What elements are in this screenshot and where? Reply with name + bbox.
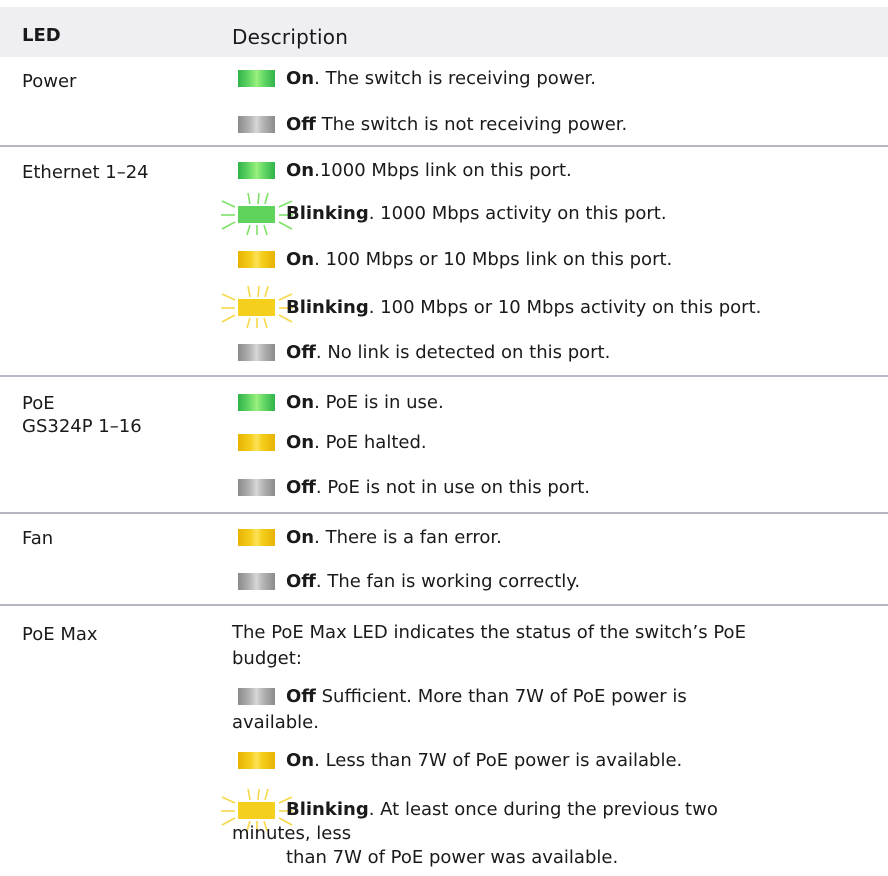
ethernet-on-1000-line: On.1000 Mbps link on this port. <box>286 160 572 181</box>
power-on-line: On. The switch is receiving power. <box>286 68 597 89</box>
row-separator <box>0 375 888 377</box>
green-led-icon <box>238 394 275 411</box>
gray-led-icon <box>238 116 275 133</box>
yellow-led-icon <box>238 752 275 769</box>
poe-max-blinking-cont1: minutes, less <box>232 823 352 844</box>
row-label-fan: Fan <box>22 528 54 549</box>
yellow-led-icon <box>238 434 275 451</box>
poe-max-intro-cont: budget: <box>232 648 302 669</box>
blinking-green-led-icon <box>221 192 293 236</box>
row-label-power: Power <box>22 71 77 92</box>
yellow-led-icon <box>238 529 275 546</box>
green-led-icon <box>238 162 275 179</box>
row-label-ethernet: Ethernet 1–24 <box>22 162 149 183</box>
blinking-yellow-led-icon <box>221 285 293 329</box>
fan-on-line: On. There is a fan error. <box>286 527 502 548</box>
row-separator <box>0 512 888 514</box>
poe-on-in-use-line: On. PoE is in use. <box>286 392 444 413</box>
row-separator <box>0 145 888 147</box>
poe-max-blinking-line: Blinking. At least once during the previ… <box>286 799 718 820</box>
poe-on-halted-line: On. PoE halted. <box>286 432 427 453</box>
gray-led-icon <box>238 479 275 496</box>
poe-max-off-cont: available. <box>232 712 319 733</box>
led-column-header: LED <box>22 25 61 46</box>
description-column-header: Description <box>232 25 349 49</box>
gray-led-icon <box>238 688 275 705</box>
poe-off-line: Off. PoE is not in use on this port. <box>286 477 590 498</box>
table-header: LED Description <box>0 7 888 57</box>
poe-max-on-line: On. Less than 7W of PoE power is availab… <box>286 750 683 771</box>
power-off-line: Off The switch is not receiving power. <box>286 114 628 135</box>
row-label-poe-model: GS324P 1–16 <box>22 416 142 437</box>
row-separator <box>0 604 888 606</box>
ethernet-on-100-line: On. 100 Mbps or 10 Mbps link on this por… <box>286 249 673 270</box>
fan-off-line: Off. The fan is working correctly. <box>286 571 581 592</box>
poe-max-intro-line: The PoE Max LED indicates the status of … <box>232 622 746 643</box>
gray-led-icon <box>238 573 275 590</box>
poe-max-off-line: Off Sufficient. More than 7W of PoE powe… <box>286 686 687 707</box>
green-led-icon <box>238 70 275 87</box>
yellow-led-icon <box>238 251 275 268</box>
row-label-poe-max: PoE Max <box>22 624 98 645</box>
ethernet-blinking-1000-line: Blinking. 1000 Mbps activity on this por… <box>286 203 667 224</box>
ethernet-off-line: Off. No link is detected on this port. <box>286 342 611 363</box>
gray-led-icon <box>238 344 275 361</box>
ethernet-blinking-100-line: Blinking. 100 Mbps or 10 Mbps activity o… <box>286 297 762 318</box>
poe-max-blinking-cont2: than 7W of PoE power was available. <box>286 847 619 868</box>
